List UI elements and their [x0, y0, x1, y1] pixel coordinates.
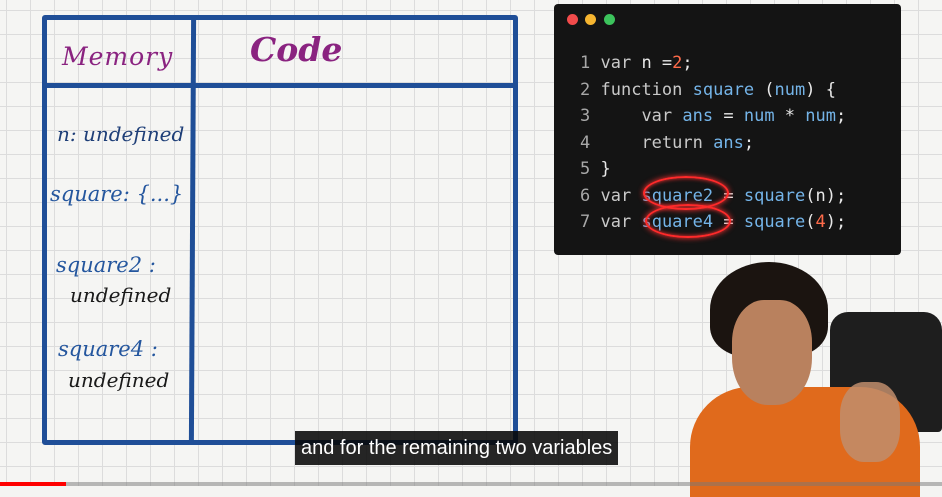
- subtitle-caption: and for the remaining two variables: [295, 431, 619, 465]
- presenter-hand: [840, 382, 900, 462]
- memory-entry-square4-name: square4 :: [58, 337, 158, 361]
- code-line: 5 }: [580, 159, 611, 179]
- memory-entry-square: square: {...}: [50, 182, 183, 206]
- memory-entry-square4-value: undefined: [68, 368, 170, 392]
- memory-heading: Memory: [62, 42, 174, 71]
- memory-entry-n: n: undefined: [57, 122, 184, 146]
- video-progress-fill: [0, 482, 66, 486]
- presenter-face: [732, 300, 812, 405]
- memory-entry-name: square2: [56, 253, 143, 277]
- code-line: 4 return ans;: [580, 132, 755, 153]
- code-line: 3 var ans = num * num;: [580, 106, 847, 126]
- presenter-video: [690, 262, 942, 497]
- memory-entry-square2-value: undefined: [70, 283, 172, 307]
- memory-entry-value: : undefined: [69, 122, 185, 146]
- code-line: 1 var n =2;: [580, 53, 693, 73]
- maximize-dot-icon: [604, 14, 615, 25]
- code-editor-window: 1 var n =2; 2 function square (num) { 3 va…: [554, 4, 901, 255]
- close-dot-icon: [567, 14, 578, 25]
- memory-entry-name: square4: [58, 337, 145, 361]
- memory-entry-name: square: [50, 182, 123, 206]
- highlight-circle-square4: [645, 204, 731, 238]
- minimize-dot-icon: [585, 14, 596, 25]
- memory-entry-name: n: [57, 122, 70, 146]
- memory-entry-square2-name: square2 :: [56, 253, 156, 277]
- code-heading: Code: [250, 30, 343, 69]
- table-divider-horizontal: [42, 83, 518, 88]
- code-line: 2 function square (num) {: [580, 79, 836, 100]
- video-progress-bar[interactable]: [0, 482, 942, 486]
- memory-entry-value: : {...}: [122, 182, 184, 206]
